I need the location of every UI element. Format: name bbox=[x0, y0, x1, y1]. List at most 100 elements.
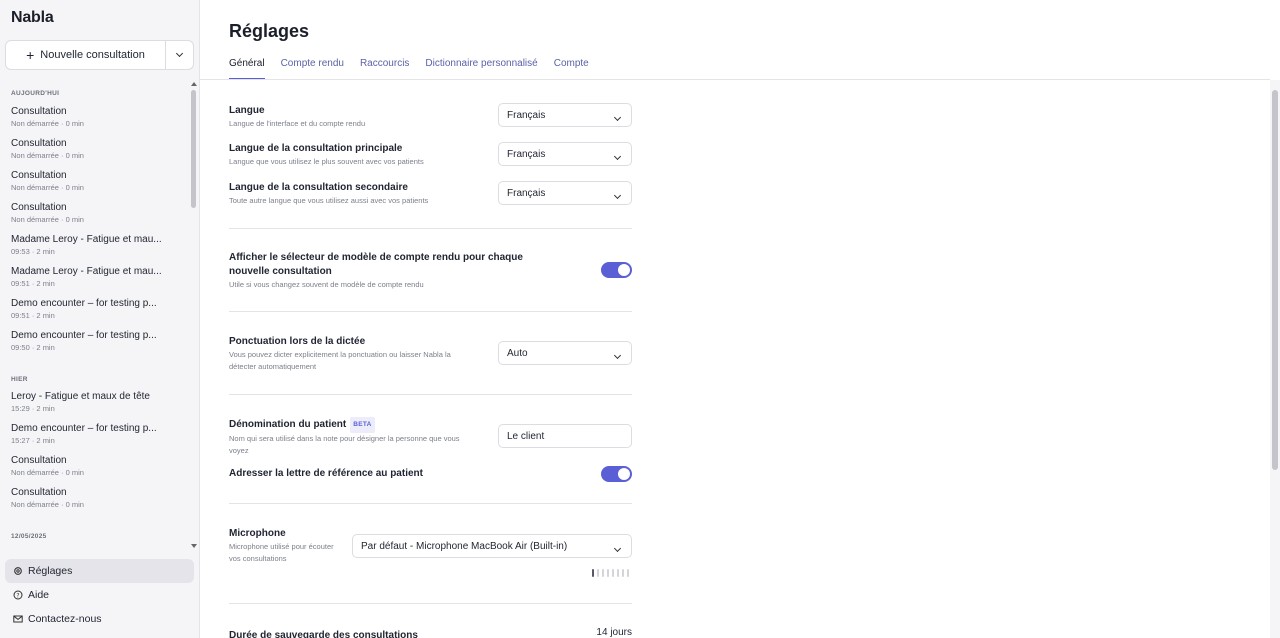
sidebar-item-label: Réglages bbox=[28, 565, 73, 577]
tab-dictionary[interactable]: Dictionnaire personnalisé bbox=[425, 58, 537, 80]
language-select[interactable]: Français bbox=[498, 103, 632, 127]
app-logo: Nabla bbox=[11, 9, 54, 26]
history-item-title: Consultation bbox=[11, 202, 67, 213]
sidebar: Nabla + Nouvelle consultation AUJOURD'HU… bbox=[0, 0, 200, 638]
mail-icon bbox=[13, 614, 23, 624]
template-selector-toggle[interactable] bbox=[601, 262, 632, 278]
chevron-down-icon bbox=[175, 49, 184, 58]
history-item[interactable]: Consultation Non démarrée · 0 min bbox=[11, 202, 186, 225]
history-item[interactable]: Demo encounter – for testing p... 09:51 … bbox=[11, 298, 186, 321]
microphone-select[interactable]: Par défaut - Microphone MacBook Air (Bui… bbox=[352, 534, 632, 558]
main-scrollbar[interactable] bbox=[1270, 80, 1280, 638]
settings-content: Langue Langue de l'interface et du compt… bbox=[200, 80, 1270, 638]
section-divider bbox=[229, 228, 632, 229]
tab-shortcuts[interactable]: Raccourcis bbox=[360, 58, 409, 80]
history-item-title: Leroy - Fatigue et maux de tête bbox=[11, 391, 150, 402]
setting-label: Afficher le sélecteur de modèle de compt… bbox=[229, 252, 523, 277]
history-item-meta: 09:53 · 2 min bbox=[11, 247, 55, 256]
sidebar-scrollbar[interactable] bbox=[190, 82, 198, 548]
punctuation-select[interactable]: Auto bbox=[498, 341, 632, 365]
chevron-down-icon bbox=[613, 544, 622, 553]
select-value: Par défaut - Microphone MacBook Air (Bui… bbox=[361, 540, 568, 552]
history-item-meta: Non démarrée · 0 min bbox=[11, 500, 84, 509]
level-bar bbox=[622, 569, 624, 577]
setting-label: Adresser la lettre de référence au patie… bbox=[229, 468, 423, 479]
level-bar bbox=[607, 569, 609, 577]
group-label-today: AUJOURD'HUI bbox=[11, 90, 60, 97]
tab-general[interactable]: Général bbox=[229, 58, 265, 80]
group-label-yesterday: HIER bbox=[11, 376, 28, 383]
sidebar-scrollbar-thumb[interactable] bbox=[191, 90, 196, 208]
section-divider bbox=[229, 394, 632, 395]
history-item-meta: 09:51 · 2 min bbox=[11, 311, 55, 320]
history-item[interactable]: Leroy - Fatigue et maux de tête 15:29 · … bbox=[11, 391, 186, 414]
history-item[interactable]: Consultation Non démarrée · 0 min bbox=[11, 138, 186, 161]
retention-value[interactable]: 14 jours bbox=[560, 627, 632, 638]
scroll-down-arrow-icon[interactable] bbox=[191, 544, 197, 548]
setting-patient-naming: Dénomination du patient BETA Nom qui sera… bbox=[229, 417, 479, 457]
gear-icon bbox=[13, 566, 23, 576]
history-item-title: Madame Leroy - Fatigue et mau... bbox=[11, 234, 162, 245]
plus-icon: + bbox=[26, 47, 35, 63]
section-divider bbox=[229, 503, 632, 504]
svg-text:?: ? bbox=[16, 592, 19, 599]
level-bar bbox=[592, 569, 594, 577]
setting-label-text: Dénomination du patient bbox=[229, 419, 347, 430]
level-bar bbox=[617, 569, 619, 577]
new-consultation-dropdown-button[interactable] bbox=[165, 41, 193, 69]
select-value: Français bbox=[507, 187, 546, 199]
setting-referral-letter: Adresser la lettre de référence au patie… bbox=[229, 467, 579, 481]
history-item-title: Consultation bbox=[11, 138, 67, 149]
group-label-date: 12/05/2025 bbox=[11, 533, 47, 540]
history-item-title: Consultation bbox=[11, 455, 67, 466]
primary-language-select[interactable]: Français bbox=[498, 142, 632, 166]
setting-description: Microphone utilisé pour écouter vos cons… bbox=[229, 542, 334, 563]
history-item-meta: 09:51 · 2 min bbox=[11, 279, 55, 288]
secondary-language-select[interactable]: Français bbox=[498, 181, 632, 205]
microphone-level-meter bbox=[592, 569, 629, 577]
chevron-down-icon bbox=[613, 191, 622, 200]
history-item[interactable]: Madame Leroy - Fatigue et mau... 09:53 ·… bbox=[11, 234, 186, 257]
level-bar bbox=[627, 569, 629, 577]
select-value: Auto bbox=[507, 347, 528, 359]
consultation-history: AUJOURD'HUI Consultation Non démarrée · … bbox=[0, 82, 200, 548]
section-divider bbox=[229, 311, 632, 312]
scroll-up-arrow-icon[interactable] bbox=[191, 82, 197, 86]
history-item-meta: Non démarrée · 0 min bbox=[11, 151, 84, 160]
history-item[interactable]: Madame Leroy - Fatigue et mau... 09:51 ·… bbox=[11, 266, 186, 289]
sidebar-item-contact[interactable]: Contactez-nous bbox=[5, 607, 194, 631]
history-item-title: Demo encounter – for testing p... bbox=[11, 330, 157, 341]
history-item[interactable]: Consultation Non démarrée · 0 min bbox=[11, 106, 186, 129]
setting-microphone: Microphone Microphone utilisé pour écout… bbox=[229, 527, 339, 565]
beta-badge: BETA bbox=[350, 417, 375, 433]
setting-label: Ponctuation lors de la dictée bbox=[229, 336, 366, 347]
patient-naming-input[interactable]: Le client bbox=[498, 424, 632, 448]
select-value: Français bbox=[507, 148, 546, 160]
history-item[interactable]: Demo encounter – for testing p... 09:50 … bbox=[11, 330, 186, 353]
main-scrollbar-thumb[interactable] bbox=[1272, 90, 1278, 470]
level-bar bbox=[612, 569, 614, 577]
new-consultation-button[interactable]: + Nouvelle consultation bbox=[6, 41, 165, 69]
setting-label: Microphone bbox=[229, 528, 286, 539]
sidebar-item-help[interactable]: ? Aide bbox=[5, 583, 194, 607]
history-item[interactable]: Consultation Non démarrée · 0 min bbox=[11, 455, 186, 478]
sidebar-item-settings[interactable]: Réglages bbox=[5, 559, 194, 583]
history-item[interactable]: Consultation Non démarrée · 0 min bbox=[11, 487, 186, 510]
history-item-title: Consultation bbox=[11, 170, 67, 181]
history-item-meta: Non démarrée · 0 min bbox=[11, 119, 84, 128]
history-item-meta: Non démarrée · 0 min bbox=[11, 215, 84, 224]
sidebar-item-label: Aide bbox=[28, 589, 50, 601]
settings-page: Réglages Général Compte rendu Raccourcis… bbox=[200, 0, 1280, 638]
new-consultation-label: Nouvelle consultation bbox=[40, 49, 145, 61]
tab-report[interactable]: Compte rendu bbox=[281, 58, 344, 80]
settings-tabs: Général Compte rendu Raccourcis Dictionn… bbox=[229, 58, 589, 80]
history-item[interactable]: Demo encounter – for testing p... 15:27 … bbox=[11, 423, 186, 446]
referral-letter-toggle[interactable] bbox=[601, 466, 632, 482]
history-item-meta: Non démarrée · 0 min bbox=[11, 183, 84, 192]
history-item-title: Consultation bbox=[11, 487, 67, 498]
setting-retention: Durée de sauvegarde des consultations bbox=[229, 629, 529, 638]
history-item-meta: Non démarrée · 0 min bbox=[11, 468, 84, 477]
tab-account[interactable]: Compte bbox=[554, 58, 589, 80]
setting-description: Utile si vous changez souvent de modèle … bbox=[229, 280, 424, 289]
history-item[interactable]: Consultation Non démarrée · 0 min bbox=[11, 170, 186, 193]
